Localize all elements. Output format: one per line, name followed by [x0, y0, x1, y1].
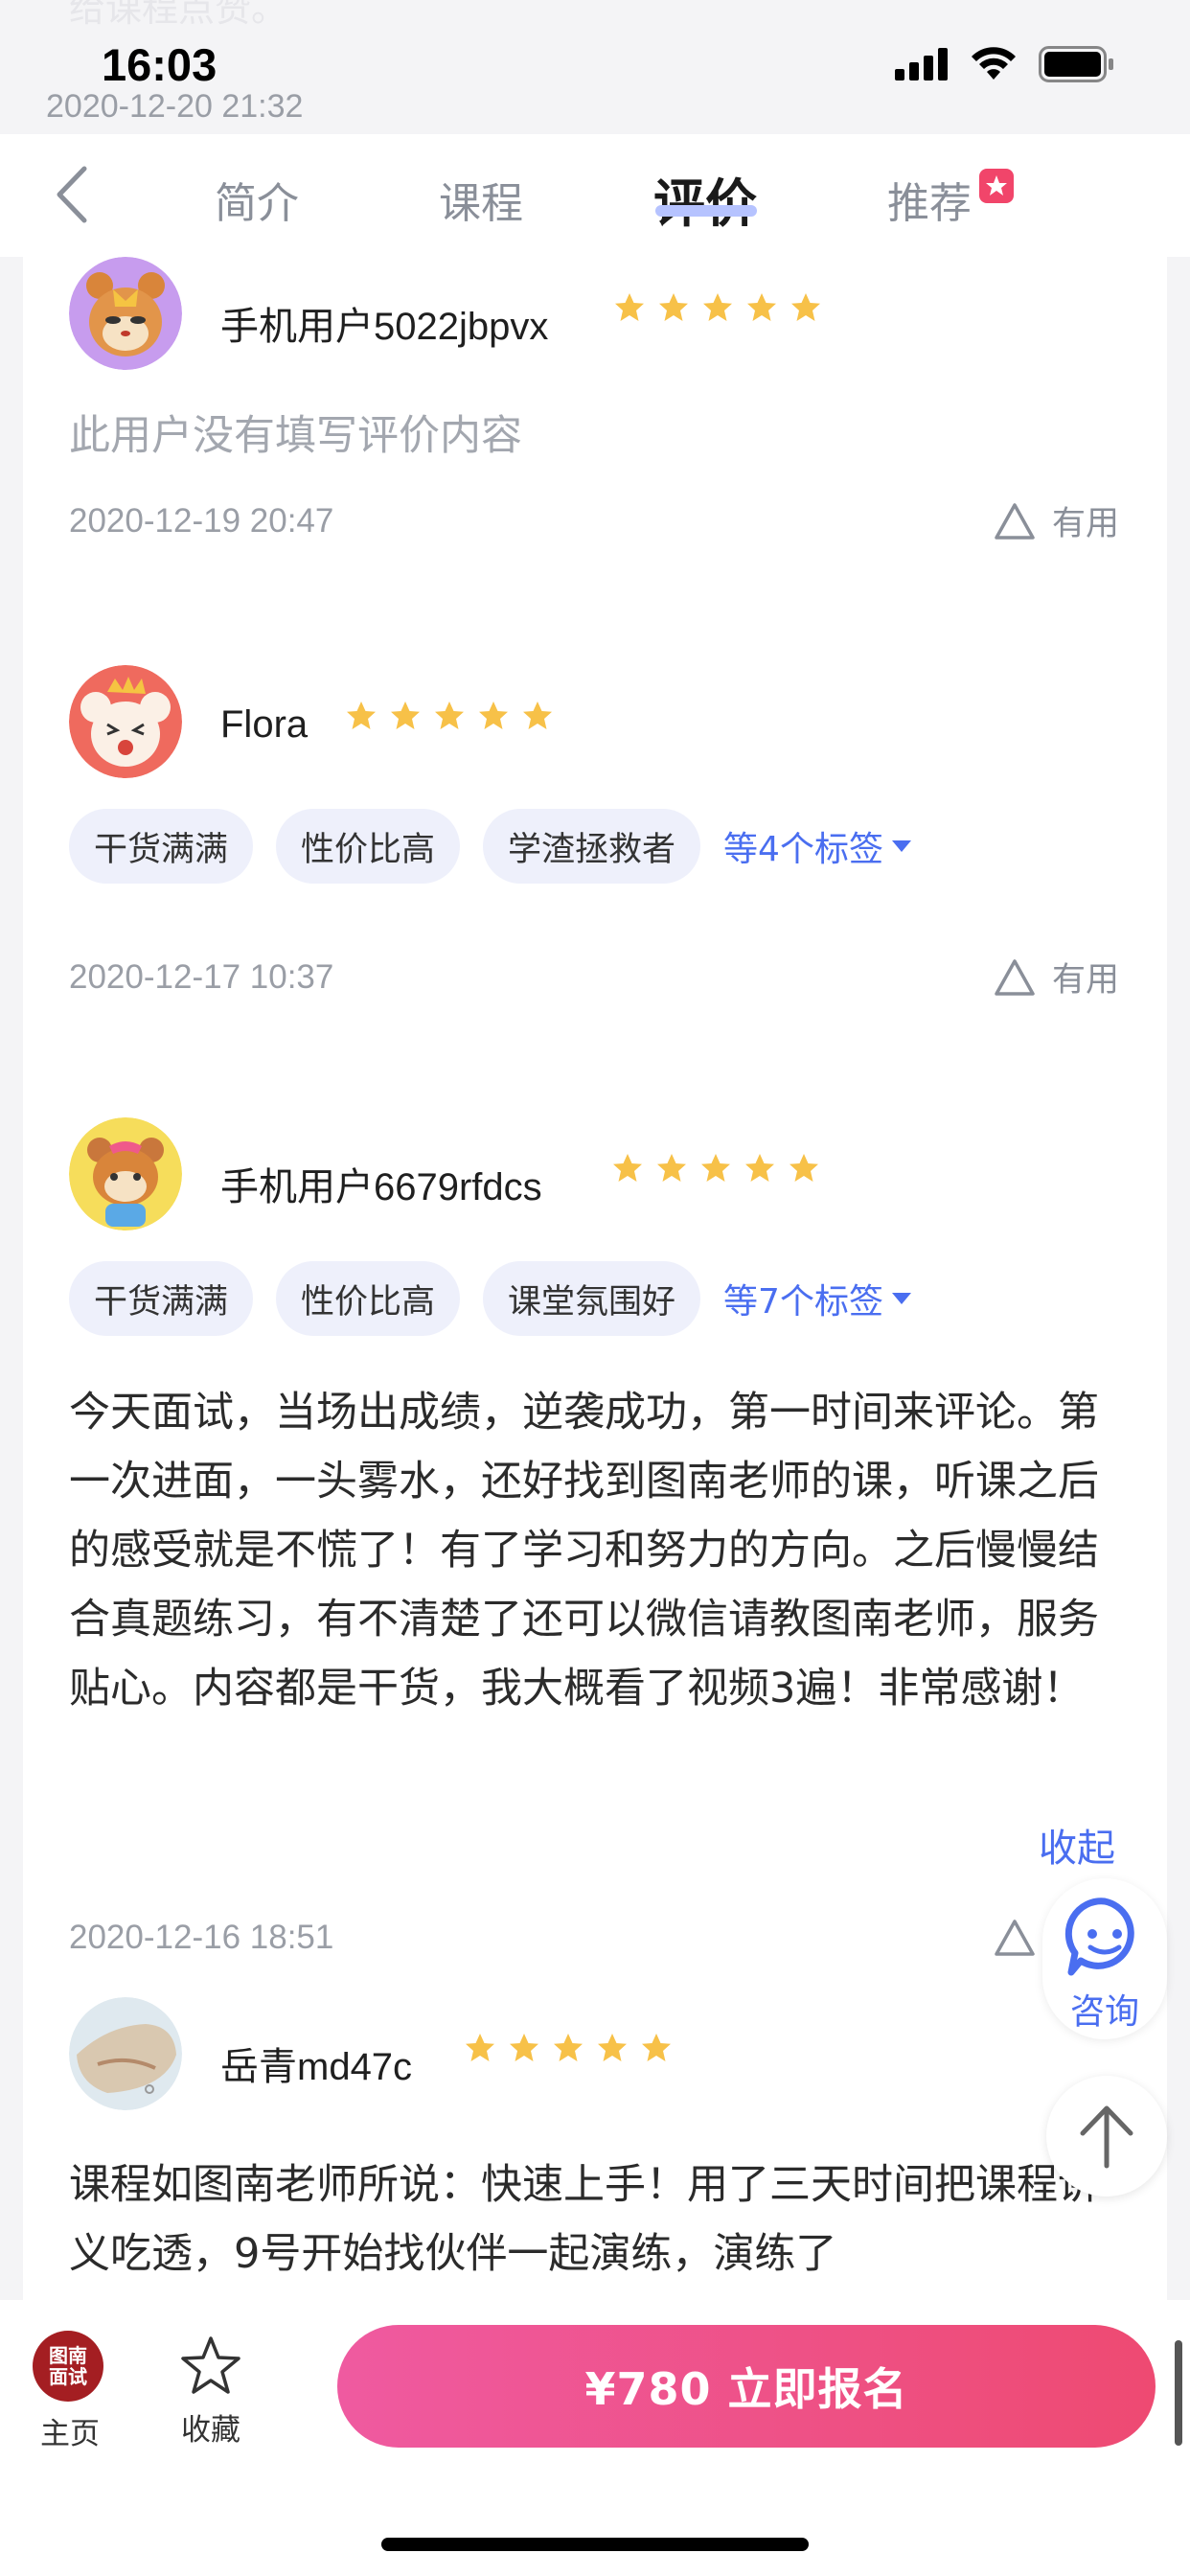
- status-time: 16:03: [102, 39, 217, 90]
- bottom-bar: 图南 面试 主页 收藏 ¥780 立即报名: [0, 2300, 1190, 2576]
- review-tag: 性价比高: [276, 809, 461, 884]
- useful-label: 有用: [1052, 505, 1120, 543]
- thumb-triangle-icon: [995, 958, 1035, 996]
- home-indicator: [381, 2538, 809, 2551]
- star-icon: [701, 1154, 730, 1182]
- thumb-triangle-icon: [995, 502, 1035, 540]
- star-icon: [659, 293, 688, 321]
- star-icon: [523, 702, 552, 729]
- star-rating: [613, 291, 822, 324]
- star-rating: [345, 700, 554, 732]
- star-icon: [745, 1154, 774, 1182]
- tab-recommend[interactable]: 推荐: [887, 169, 972, 230]
- tab-intro[interactable]: 简介: [215, 169, 299, 230]
- tab-reviews[interactable]: 评价: [653, 161, 757, 237]
- star-icon: [391, 702, 420, 729]
- review-date: 2020-12-16 18:51: [69, 1919, 334, 1956]
- brand-logo: 图南 面试: [33, 2331, 103, 2402]
- scrollbar[interactable]: [1175, 2340, 1182, 2446]
- recommend-badge-icon: [979, 169, 1014, 203]
- review-tags: 干货满满 性价比高 学渣拯救者 等4个标签: [69, 809, 912, 884]
- avatar[interactable]: [69, 1117, 182, 1230]
- star-icon: [657, 1154, 686, 1182]
- star-rating: [611, 1152, 820, 1184]
- review-tag: 干货满满: [69, 1261, 254, 1336]
- useful-button[interactable]: 有用: [993, 496, 1119, 545]
- caret-down-icon: [891, 1293, 911, 1304]
- useful-label: 有用: [1052, 961, 1120, 1000]
- more-tags-button[interactable]: 等7个标签: [723, 1274, 912, 1323]
- battery-icon: [1039, 46, 1113, 82]
- avatar[interactable]: [69, 257, 182, 370]
- more-tags-label: 等7个标签: [723, 1282, 883, 1322]
- home-button[interactable]: 图南 面试 主页: [33, 2331, 107, 2452]
- star-icon: [613, 1154, 642, 1182]
- collapse-button[interactable]: 收起: [1039, 1817, 1115, 1873]
- star-icon: [791, 293, 820, 321]
- review-tag: 性价比高: [276, 1261, 461, 1336]
- star-icon: [347, 702, 376, 729]
- useful-button[interactable]: 有用: [993, 953, 1119, 1001]
- status-bar: 16:03: [0, 0, 1190, 134]
- review-tag: 学渣拯救者: [483, 809, 701, 884]
- star-icon: [615, 293, 644, 321]
- back-to-top-button[interactable]: [1046, 2076, 1167, 2196]
- star-icon: [435, 702, 464, 729]
- review-content: 此用户没有填写评价内容: [69, 412, 522, 460]
- avatar[interactable]: [69, 665, 182, 778]
- review-content: 课程如图南老师所说：快速上手！用了三天时间把课程讲义吃透，9号开始找伙伴一起演练…: [69, 2161, 1099, 2278]
- review-date: 2020-12-17 10:37: [69, 958, 334, 996]
- thumb-triangle-icon: [995, 1919, 1035, 1956]
- star-icon: [479, 702, 508, 729]
- active-tab-indicator: [655, 205, 757, 217]
- review-list: 手机用户5022jbpvx 此用户没有填写评价内容 2020-12-19 20:…: [23, 257, 1167, 2300]
- caret-down-icon: [891, 840, 911, 852]
- star-outline-icon: [181, 2336, 240, 2394]
- logo-text-line2: 面试: [49, 2365, 87, 2388]
- star-icon: [554, 2034, 583, 2061]
- review-tags: 干货满满 性价比高 课堂氛围好 等7个标签: [69, 1261, 912, 1336]
- more-tags-button[interactable]: 等4个标签: [723, 821, 912, 871]
- home-label: 主页: [40, 2417, 100, 2451]
- wifi-icon: [972, 47, 1016, 80]
- star-icon: [466, 2034, 494, 2061]
- star-rating: [464, 2032, 673, 2064]
- arrow-up-icon: [1080, 2105, 1133, 2169]
- review-tag: 干货满满: [69, 809, 254, 884]
- favorite-label: 收藏: [181, 2413, 240, 2448]
- enroll-button[interactable]: ¥780 立即报名: [337, 2325, 1156, 2448]
- review-date: 2020-12-19 20:47: [69, 502, 334, 540]
- star-icon: [703, 293, 732, 321]
- star-icon: [790, 1154, 818, 1182]
- user-name: 岳青md47c: [220, 2046, 413, 2088]
- status-icons: [895, 46, 1115, 82]
- star-icon: [598, 2034, 627, 2061]
- star-icon: [747, 293, 776, 321]
- more-tags-label: 等4个标签: [723, 830, 883, 869]
- tab-course[interactable]: 课程: [439, 169, 523, 230]
- consult-label: 咨询: [1069, 1992, 1139, 2032]
- review-content: 今天面试，当场出成绩，逆袭成功，第一时间来评论。第一次进面，一头雾水，还好找到图…: [69, 1389, 1099, 1713]
- back-icon[interactable]: [50, 163, 98, 226]
- star-icon: [510, 2034, 538, 2061]
- signal-icon: [895, 48, 948, 80]
- user-name: 手机用户5022jbpvx: [220, 306, 549, 348]
- user-name: 手机用户6679rfdcs: [220, 1166, 542, 1208]
- user-name: Flora: [220, 703, 309, 746]
- review-tag: 课堂氛围好: [483, 1261, 701, 1336]
- star-icon: [642, 2034, 671, 2061]
- logo-text-line1: 图南: [49, 2344, 87, 2367]
- customer-service-icon: [1064, 1898, 1134, 1976]
- favorite-button[interactable]: 收藏: [172, 2334, 249, 2449]
- avatar[interactable]: [69, 1997, 182, 2110]
- consult-button[interactable]: 咨询: [1042, 1878, 1167, 2039]
